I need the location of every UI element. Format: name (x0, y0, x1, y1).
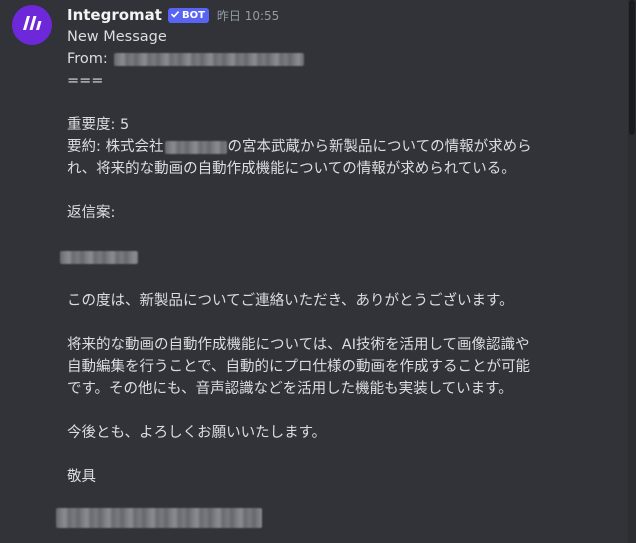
author-name[interactable]: Integromat (67, 6, 162, 24)
reply-heading: 返信案: (67, 205, 116, 221)
scrollbar-track[interactable] (628, 0, 636, 543)
scrollbar-thumb[interactable] (629, 0, 635, 135)
redacted-signature (56, 508, 262, 528)
message-timestamp[interactable]: 昨日 10:55 (217, 7, 279, 24)
importance-line: 重要度: 5 (67, 117, 130, 133)
message-title: New Message (67, 29, 167, 45)
reply-body-2a: 将来的な動画の自動作成機能については、AI技術を活用して画像認識や (67, 337, 530, 353)
reply-closing: 敬具 (67, 469, 96, 485)
from-label: From: (67, 51, 108, 67)
redacted-company (164, 140, 227, 154)
make-logo-icon (20, 14, 44, 36)
bot-badge-label: BOT (181, 9, 205, 21)
summary-prefix: 要約: 株式会社 (67, 139, 164, 155)
chat-message: Integromat BOT 昨日 10:55 New Message From… (0, 0, 628, 543)
summary-line-2: れ、将来的な動画の自動作成機能についての情報が求められている。 (67, 161, 516, 177)
from-line: From: (67, 48, 305, 70)
bot-avatar[interactable] (12, 5, 52, 45)
summary-suffix: の宮本武蔵から新製品についての情報が求めら (227, 139, 532, 155)
reply-body-2c: です。その他にも、音声認識などを活用した機能も実装しています。 (67, 381, 513, 397)
reply-body-3: 今後とも、よろしくお願いいたします。 (67, 425, 327, 441)
reply-body-2b: 自動編集を行うことで、自動的にプロ仕様の動画を作成することが可能 (67, 359, 530, 375)
reply-body-1: この度は、新製品についてご連絡いただき、ありがとうございます。 (67, 293, 514, 309)
bot-badge: BOT (167, 7, 209, 23)
summary-line: 要約: 株式会社 の宮本武蔵から新製品についての情報が求めら (67, 136, 532, 158)
separator: === (67, 73, 104, 89)
redacted-email (114, 52, 305, 66)
redacted-recipient (60, 251, 138, 264)
message-header: Integromat BOT 昨日 10:55 (67, 4, 279, 26)
checkmark-icon (170, 9, 180, 22)
